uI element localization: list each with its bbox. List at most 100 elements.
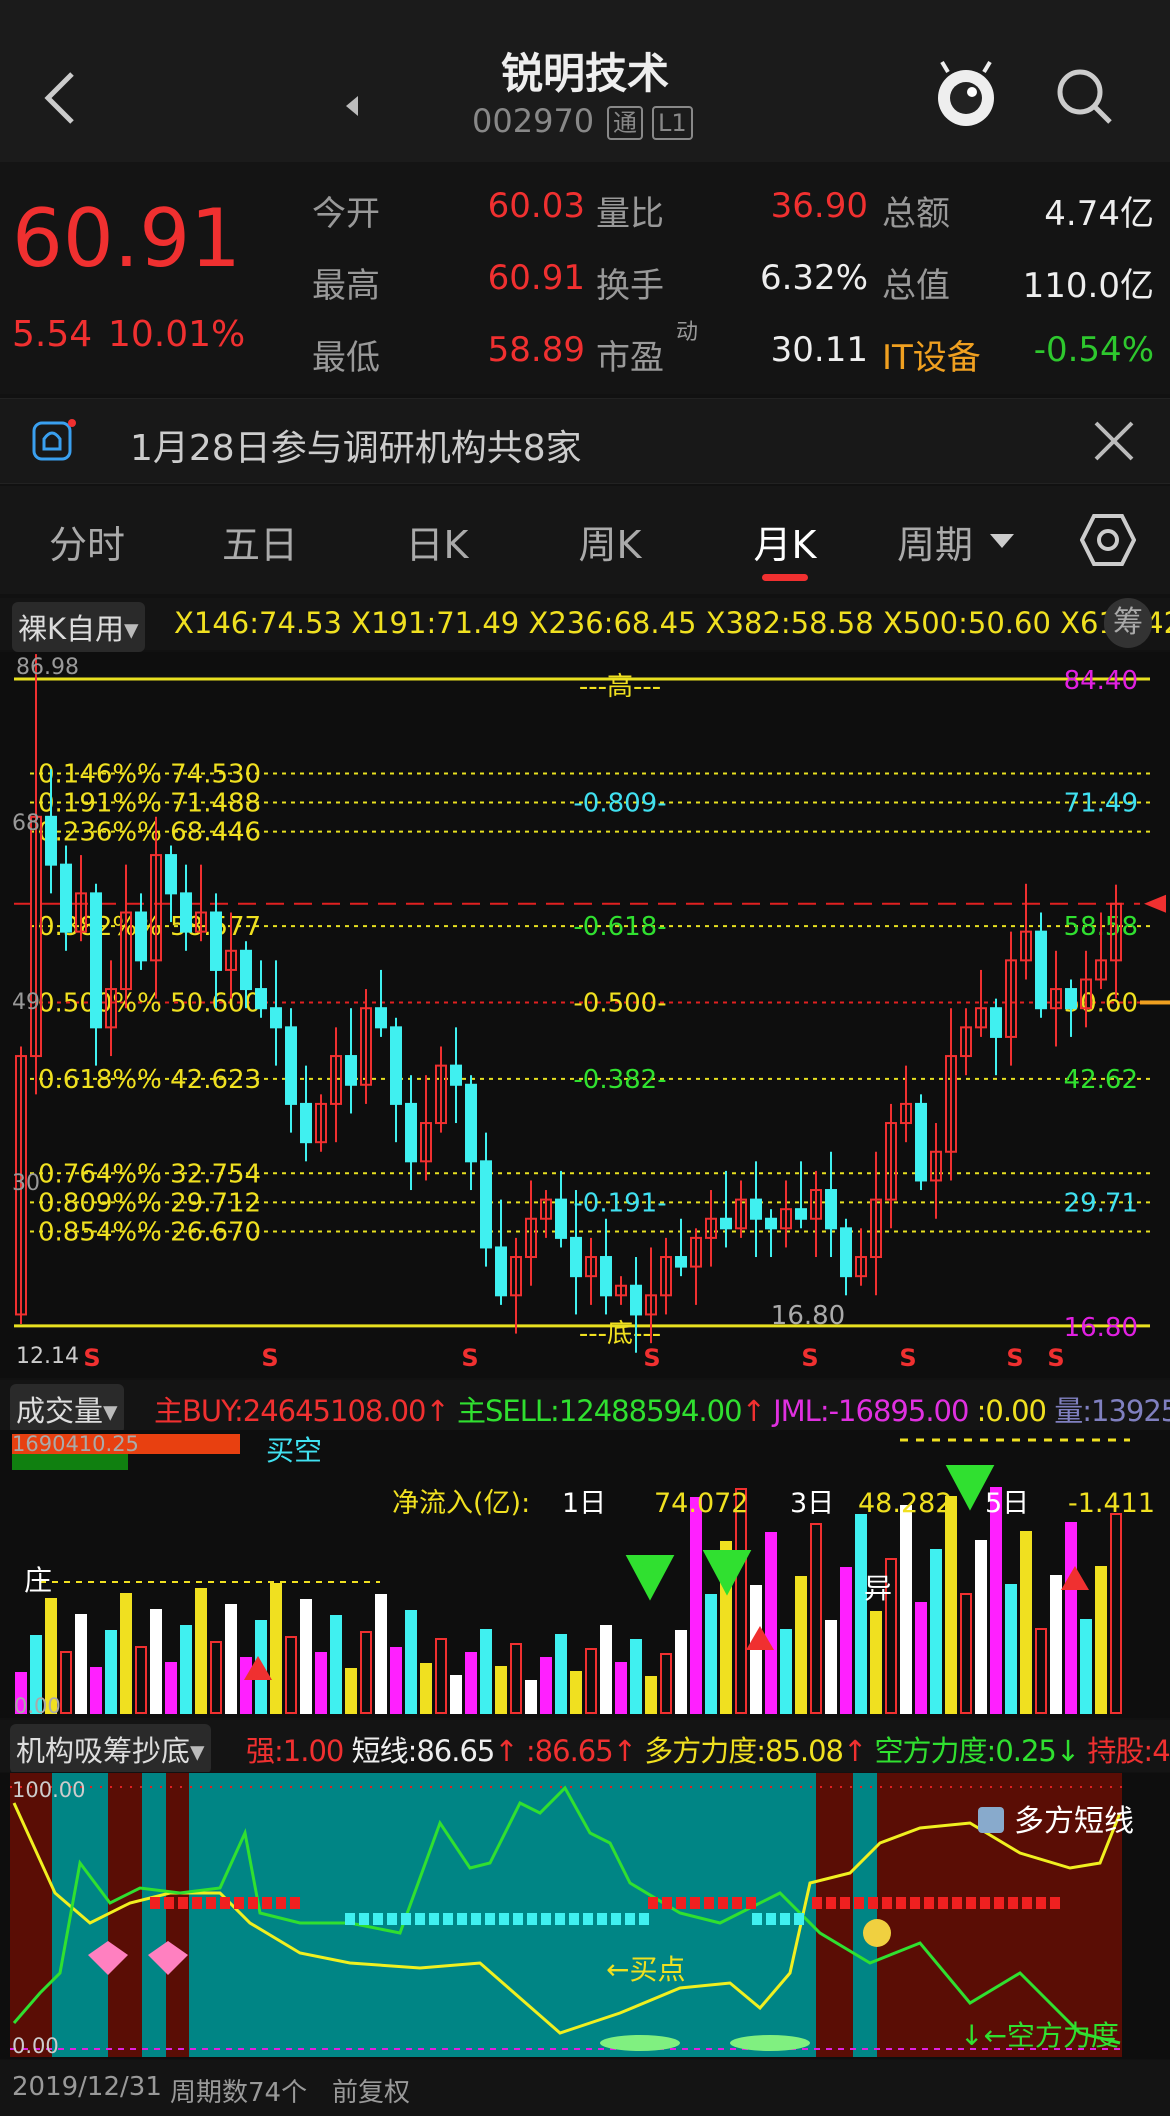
stock-code: 002970 (472, 102, 595, 140)
signal-zone (853, 1773, 877, 2057)
indicator-top-label: 100.00 (12, 1778, 85, 1802)
signal-block (938, 1897, 948, 1909)
signal-block (485, 1913, 495, 1925)
search-icon[interactable] (1054, 66, 1114, 126)
quote-panel: 60.91 5.54 10.01% 今开 60.03 量比 36.90 总额 4.74亿最… (0, 162, 1170, 394)
candle-body (255, 988, 267, 1010)
candle-body (765, 1217, 777, 1230)
mascot-icon[interactable] (934, 60, 998, 130)
candlestick-chart[interactable]: ---高------底---84.4016.800.146%% 74.5300.… (0, 652, 1170, 1378)
signal-block (262, 1897, 272, 1909)
signal-block (924, 1897, 934, 1909)
bull-force: 多方力度:85.08 (644, 1734, 844, 1768)
axis-label: 49 (12, 990, 40, 1015)
volume-bar (525, 1680, 537, 1714)
up-arrow-icon: ↑ (425, 1394, 449, 1428)
volume-bar (945, 1496, 957, 1714)
axis-top-label: 86.98 (16, 655, 79, 680)
signal-block (555, 1913, 565, 1925)
tab-daily-k[interactable]: 日K (362, 514, 512, 569)
volume-value: 量:13925 (1054, 1394, 1170, 1428)
candle-body (405, 1102, 417, 1163)
footer: 2019/12/31 周期数74个 前复权 (0, 2060, 1170, 2116)
signal-block (896, 1897, 906, 1909)
indicator-selector[interactable]: 裸K自用▾ (12, 602, 145, 652)
candle-body (990, 1007, 1002, 1038)
fib-center-label: -0.500- (573, 988, 666, 1018)
signal-zone (166, 1773, 189, 2057)
volume-bar (390, 1647, 402, 1714)
signal-block (359, 1913, 369, 1925)
adjust-mode[interactable]: 前复权 (332, 2072, 410, 2109)
fib-right-label: 71.49 (1064, 789, 1138, 819)
volume-bar (420, 1663, 432, 1714)
bear-force-label: ↓←空方力度 (960, 2019, 1119, 2052)
candle-body (630, 1284, 642, 1316)
axis-bottom-label: 12.14 (16, 1344, 79, 1369)
tab-intraday[interactable]: 分时 (12, 514, 162, 569)
fib-left-label: 0.500%% 50.600 (38, 988, 261, 1018)
axis-label: 30 (12, 1171, 40, 1196)
quote-value: 30.11 (770, 330, 868, 370)
signal-block (994, 1897, 1004, 1909)
signal-block (541, 1913, 551, 1925)
main-chart-toolbar: 裸K自用▾ X146:74.53 X191:71.49 X236:68.45 X… (0, 598, 1170, 652)
volume-bar (615, 1662, 627, 1714)
tab-monthly-k[interactable]: 月K (710, 514, 860, 569)
candle-body (90, 892, 102, 1029)
notice-bar[interactable]: 1月28日参与调研机构共8家 (0, 398, 1170, 484)
quote-value: -0.54% (1033, 330, 1154, 370)
signal-block (1022, 1897, 1032, 1909)
signal-block (910, 1897, 920, 1909)
signal-block (401, 1913, 411, 1925)
tab-period[interactable]: 周期 (880, 514, 990, 569)
signal-block (276, 1897, 286, 1909)
candle-body (1065, 988, 1077, 1010)
tong-badge: 通 (607, 106, 643, 140)
sell-signal-marker: S (899, 1344, 916, 1372)
axis-label: 68 (12, 811, 40, 836)
tab-five-day[interactable]: 五日 (185, 514, 335, 569)
volume-bar (765, 1532, 777, 1714)
candle-body (390, 1026, 402, 1105)
indicator-chart[interactable]: 100.00 0.00 多方短线 ←买点 ↓←空方力度 (0, 1773, 1170, 2059)
volume-bar (915, 1602, 927, 1714)
close-icon[interactable] (1094, 421, 1134, 461)
signal-block (854, 1897, 864, 1909)
candle-body (135, 911, 147, 962)
candle-body (675, 1256, 687, 1268)
volume-bar (150, 1609, 162, 1714)
yi-label: 异 (864, 1572, 892, 1605)
chip-distribution-button[interactable]: 筹 (1104, 598, 1152, 648)
fib-left-label: 0.809%% 29.712 (38, 1188, 261, 1218)
indicator2-selector[interactable]: 机构吸筹抄底▾ (10, 1724, 211, 1772)
volume-bar (900, 1505, 912, 1714)
high-value: 84.40 (1064, 666, 1138, 696)
volume-bar (630, 1639, 642, 1714)
selector-label: 裸K自用 (18, 612, 125, 646)
signal-block (387, 1913, 397, 1925)
net-inflow-label: 净流入(亿): (392, 1488, 530, 1519)
fib-left-label: 0.764%% 32.754 (38, 1159, 261, 1189)
volume-bar (300, 1599, 312, 1714)
signal-block (192, 1897, 202, 1909)
volume-bar (1080, 1619, 1092, 1714)
signal-block (812, 1897, 822, 1909)
settings-hexagon-icon[interactable] (1080, 512, 1136, 568)
volume-chart[interactable]: 1690410.25 买空净流入(亿): 1日 74.072 3日 48.282 5日 -1.… (0, 1430, 1170, 1718)
bear-force: 空方力度:0.25 (874, 1734, 1057, 1768)
volume-selector[interactable]: 成交量▾ (10, 1384, 124, 1430)
volume-bar (465, 1652, 477, 1714)
bean-icon (600, 2035, 680, 2051)
prev-stock-icon[interactable] (346, 96, 360, 116)
signal-block (527, 1913, 537, 1925)
tab-weekly-k[interactable]: 周K (535, 514, 685, 569)
bell-icon (32, 419, 76, 461)
period-tabs: 分时 五日 日K 周K 月K 周期 (0, 486, 1170, 594)
main-buy: 主BUY:24645108.00 (154, 1394, 426, 1428)
quote-value: 110.0亿 (1022, 266, 1154, 306)
zero-value: :0.00 (976, 1394, 1047, 1428)
sell-signal-marker: S (1047, 1344, 1064, 1372)
volume-bar (840, 1567, 852, 1714)
price-change: 5.54 (12, 314, 93, 355)
